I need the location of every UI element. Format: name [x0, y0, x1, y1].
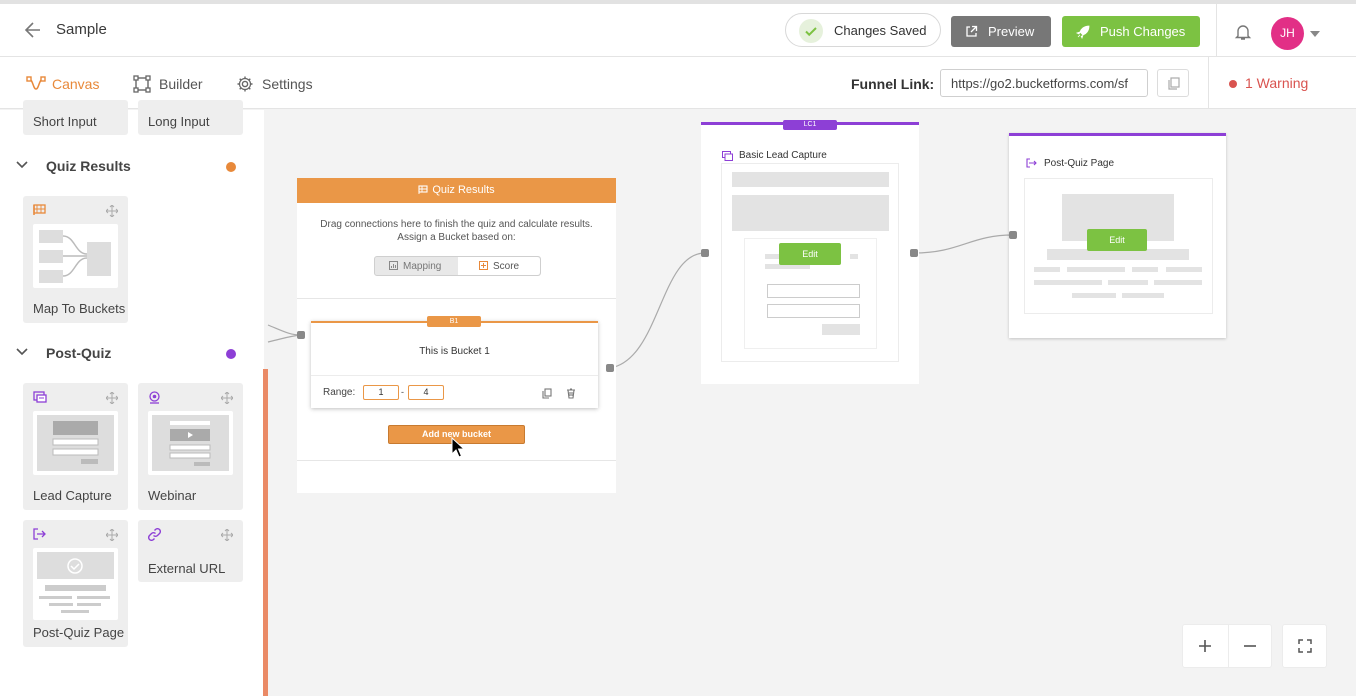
exit-icon — [1026, 158, 1037, 168]
divider — [311, 375, 598, 376]
quiz-results-header: Quiz Results — [297, 178, 616, 203]
preview-block — [1072, 293, 1116, 298]
fullscreen-button[interactable] — [1282, 624, 1327, 668]
flag-icon — [418, 185, 428, 194]
toggle-score[interactable]: Score — [458, 257, 540, 275]
preview-block — [1034, 280, 1102, 285]
chart-icon — [389, 261, 398, 270]
node-tag: LC1 — [783, 120, 837, 130]
range-to-input[interactable]: 4 — [408, 385, 444, 400]
bucket-title: This is Bucket 1 — [419, 346, 490, 357]
copy-icon[interactable] — [542, 388, 552, 399]
divider — [297, 460, 616, 461]
preview-field — [767, 304, 860, 318]
edit-post-quiz-button[interactable]: Edit — [1087, 229, 1147, 251]
preview-block — [1166, 267, 1202, 272]
connection-lines — [267, 234, 1014, 369]
description-line: Assign a Bucket based on: — [397, 232, 516, 243]
input-port[interactable] — [701, 249, 709, 257]
preview-block — [1154, 280, 1202, 285]
description-line: Drag connections here to finish the quiz… — [320, 219, 593, 230]
node-title: Post-Quiz Page — [1044, 158, 1115, 169]
node-title: Basic Lead Capture — [739, 150, 827, 161]
zoom-controls — [1182, 624, 1272, 668]
plus-box-icon — [479, 261, 488, 270]
range-label: Range: — [323, 387, 356, 398]
plus-icon[interactable] — [1198, 639, 1212, 653]
fullscreen-icon — [1298, 639, 1312, 653]
toggle-mapping[interactable]: Mapping — [375, 257, 458, 275]
lead-capture-node[interactable]: LC1 Basic Lead Capture Edit — [701, 120, 919, 384]
range-separator: - — [401, 387, 404, 397]
preview-block — [732, 195, 889, 231]
toggle-mapping-label: Mapping — [403, 261, 442, 272]
preview-block — [732, 172, 889, 187]
preview-field — [767, 284, 860, 298]
assign-mode-toggle: Mapping Score — [374, 256, 541, 276]
bucket-card[interactable]: B1 This is Bucket 1 Range: 1 - 4 — [311, 316, 598, 408]
divider — [1228, 625, 1229, 667]
quiz-results-title: Quiz Results — [432, 184, 495, 196]
preview-button — [822, 324, 860, 335]
bucket-tag: B1 — [427, 316, 481, 327]
quiz-results-description: Drag connections here to finish the quiz… — [297, 218, 616, 244]
range-from-input[interactable]: 1 — [363, 385, 399, 400]
output-port[interactable] — [606, 364, 614, 372]
mouse-cursor-icon — [451, 437, 465, 458]
minus-icon[interactable] — [1243, 639, 1257, 653]
divider — [297, 298, 616, 299]
preview-block — [1122, 293, 1164, 298]
preview-block — [1108, 280, 1148, 285]
trash-icon[interactable] — [566, 388, 576, 399]
input-port[interactable] — [297, 331, 305, 339]
preview-block — [1034, 267, 1060, 272]
edit-lead-capture-button[interactable]: Edit — [779, 243, 841, 265]
output-port[interactable] — [910, 249, 918, 257]
input-port[interactable] — [1009, 231, 1017, 239]
form-icon — [722, 151, 733, 161]
preview-block — [1067, 267, 1125, 272]
preview-block — [850, 254, 858, 259]
post-quiz-page-node[interactable]: Post-Quiz Page Edit — [1009, 133, 1226, 338]
preview-block — [1132, 267, 1158, 272]
toggle-score-label: Score — [493, 261, 520, 272]
